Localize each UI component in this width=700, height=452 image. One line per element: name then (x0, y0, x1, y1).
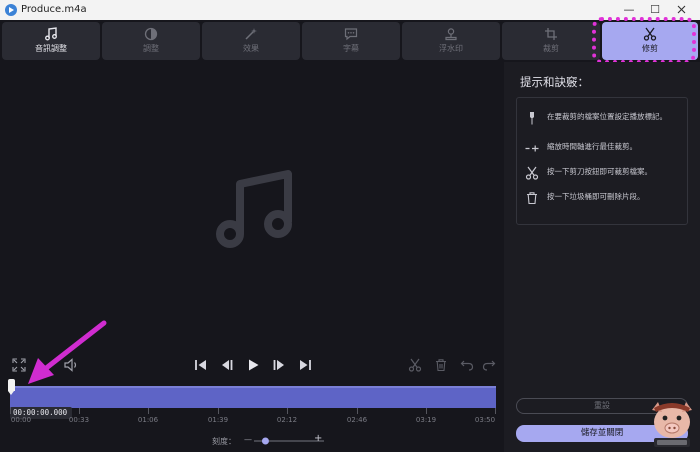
zoom-label: 刻度： (212, 437, 236, 446)
audio-track[interactable] (10, 388, 496, 408)
subtitle-bubble-icon (344, 28, 358, 41)
tip-item: 按一下垃圾桶即可刪除片段。 (525, 191, 685, 205)
tab-effects[interactable]: 效果 (202, 22, 300, 60)
skip-start-icon[interactable] (194, 358, 208, 372)
tick-label: 03:50 (474, 416, 496, 424)
tab-watermark[interactable]: 浮水印 (402, 22, 500, 60)
tip-text: 按一下垃圾桶即可刪除片段。 (547, 192, 645, 201)
skip-end-icon[interactable] (298, 358, 312, 372)
contrast-icon (144, 27, 158, 41)
playback-controls (0, 355, 504, 379)
trim-tab-annotation (592, 17, 696, 64)
close-icon (677, 5, 685, 14)
tip-item: 按一下剪刀按鈕即可裁剪檔案。 (525, 166, 685, 180)
tab-crop[interactable]: 裁剪 (502, 22, 600, 60)
tab-audio-adjust[interactable]: 音訊調整 (2, 22, 100, 60)
tick-label: 03:19 (415, 416, 437, 424)
play-icon[interactable] (246, 358, 260, 372)
tick-label: 02:12 (276, 416, 298, 424)
next-frame-icon[interactable] (272, 358, 286, 372)
fullscreen-icon[interactable] (12, 358, 26, 372)
tab-label: 浮水印 (439, 44, 463, 53)
trash-icon[interactable] (434, 358, 448, 372)
tip-text: 在要裁剪的檔案位置設定播放標記。 (547, 112, 667, 121)
trash-icon (527, 192, 537, 205)
zoom-out-button[interactable]: — (244, 435, 252, 444)
tip-text: 按一下剪刀按鈕即可裁剪檔案。 (547, 167, 652, 176)
tips-title: 提示和訣竅： (520, 75, 589, 89)
tick-label: 00:00 (10, 416, 32, 424)
timeline-ruler: 00:00 00:33 01:06 01:39 02:12 02:46 03:1… (0, 408, 504, 426)
volume-icon[interactable] (64, 358, 80, 372)
zoom-in-button[interactable]: + (314, 433, 322, 444)
tip-text: 縮放時間軸進行最佳裁剪。 (547, 142, 637, 151)
crop-icon (545, 28, 557, 40)
music-note-icon (45, 27, 57, 41)
app-icon (5, 4, 17, 16)
music-note-icon (216, 170, 292, 248)
tip-item: 在要裁剪的檔案位置設定播放標記。 (525, 111, 685, 125)
tick-label: 01:06 (137, 416, 159, 424)
tab-adjust[interactable]: 調整 (102, 22, 200, 60)
marker-pin-icon (530, 112, 534, 125)
watermark-icon (445, 28, 457, 41)
tab-label: 效果 (243, 44, 259, 53)
tick-label: 01:39 (207, 416, 229, 424)
tips-sidebar: 提示和訣竅： 在要裁剪的檔案位置設定播放標記。 縮放時間軸進行最佳裁剪。 按一下… (504, 62, 700, 452)
pig-mascot-logo (652, 402, 692, 447)
tick-label: 00:33 (68, 416, 90, 424)
playhead-marker[interactable] (8, 379, 15, 395)
title-bar: Produce.m4a — ☐ (0, 0, 700, 20)
zoom-slider-knob[interactable] (261, 437, 269, 445)
tab-label: 字幕 (343, 44, 359, 53)
tips-panel: 在要裁剪的檔案位置設定播放標記。 縮放時間軸進行最佳裁剪。 按一下剪刀按鈕即可裁… (516, 97, 688, 225)
redo-icon[interactable] (482, 358, 496, 372)
scissors-icon[interactable] (408, 358, 422, 372)
zoom-timeline-icon (525, 145, 539, 152)
tab-subtitles[interactable]: 字幕 (302, 22, 400, 60)
undo-icon[interactable] (460, 358, 474, 372)
magic-wand-icon (245, 28, 257, 40)
tab-label: 調整 (143, 44, 159, 53)
previous-frame-icon[interactable] (220, 358, 234, 372)
tip-item: 縮放時間軸進行最佳裁剪。 (525, 141, 685, 152)
tab-label: 音訊調整 (35, 44, 67, 53)
tick-label: 02:46 (346, 416, 368, 424)
tab-label: 裁剪 (543, 44, 559, 53)
scissors-icon (525, 166, 539, 180)
window-title: Produce.m4a (21, 4, 87, 15)
